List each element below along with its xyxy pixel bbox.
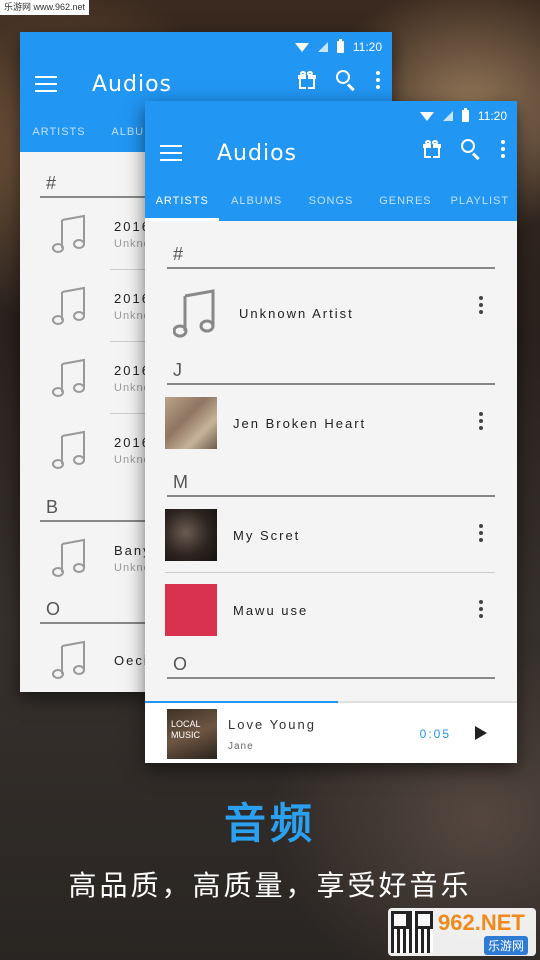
section-header: M — [167, 461, 495, 497]
section-header: # — [167, 221, 495, 269]
gift-icon[interactable] — [298, 71, 316, 89]
tab-artists[interactable]: ARTISTS — [145, 181, 220, 221]
menu-icon[interactable] — [160, 145, 182, 161]
artist-list: # Unknown Artist J Jen Broken Heart M My… — [145, 221, 517, 679]
artist-row[interactable]: My Scret — [145, 497, 517, 573]
playback-progress[interactable] — [145, 701, 339, 703]
row-overflow-icon[interactable] — [479, 524, 483, 542]
site-watermark-logo: 962.NET 乐游网 — [388, 908, 536, 956]
front-phone-screen: 11:20 Audios ARTISTS ALBUMS SONGS GENRES… — [145, 101, 517, 763]
signal-icon — [317, 42, 328, 52]
search-icon[interactable] — [336, 70, 356, 92]
section-header: O — [167, 647, 495, 679]
music-note-icon — [42, 530, 98, 586]
signal-icon — [442, 111, 453, 121]
gift-icon[interactable] — [423, 140, 441, 158]
artist-name: Unknown Artist — [239, 305, 354, 321]
artist-row[interactable]: Unknown Artist — [145, 269, 517, 357]
wifi-icon — [294, 42, 309, 52]
row-overflow-icon[interactable] — [479, 412, 483, 430]
status-time: 11:20 — [477, 109, 507, 123]
music-note-icon — [42, 422, 98, 478]
music-note-icon — [167, 285, 223, 341]
artist-row[interactable]: Jen Broken Heart — [145, 385, 517, 461]
toolbar: Audios — [20, 66, 392, 102]
menu-icon[interactable] — [35, 76, 57, 92]
status-bar: 11:20 — [419, 108, 507, 123]
music-note-icon — [42, 206, 98, 262]
tab-artists[interactable]: ARTISTS — [20, 112, 98, 152]
tab-bar: ARTISTS ALBUMS SONGS GENRES PLAYLIST — [145, 181, 517, 221]
tab-playlist[interactable]: PLAYLIST — [443, 181, 517, 221]
music-note-icon — [42, 350, 98, 406]
artist-name: Mawu use — [233, 602, 309, 618]
row-overflow-icon[interactable] — [479, 296, 483, 314]
toolbar: Audios — [145, 135, 517, 171]
now-playing-title: Love Young — [228, 717, 316, 732]
battery-icon — [336, 39, 344, 53]
music-note-icon — [42, 278, 98, 334]
promo-headline: 音频 — [223, 799, 316, 848]
artist-row[interactable]: Mawu use — [145, 573, 517, 647]
artist-name: Jen Broken Heart — [233, 415, 367, 431]
app-bar: 11:20 Audios ARTISTS ALBUMS SONGS GENRES… — [145, 101, 517, 221]
status-bar: 11:20 — [294, 39, 382, 54]
album-art — [165, 509, 217, 561]
search-icon[interactable] — [461, 139, 481, 161]
tab-genres[interactable]: GENRES — [368, 181, 442, 221]
music-note-icon — [42, 632, 98, 688]
mini-player[interactable]: LOCAL MUSIC Love Young Jane 0:05 — [145, 701, 517, 763]
promo-subline: 高品质，高质量，享受好音乐 — [68, 869, 472, 902]
album-art — [165, 397, 217, 449]
section-header: J — [167, 357, 495, 385]
playback-time: 0:05 — [419, 727, 451, 741]
app-title: Audios — [217, 140, 297, 166]
qr-code — [391, 911, 433, 953]
album-art — [165, 584, 217, 636]
play-icon[interactable] — [475, 726, 487, 740]
overflow-menu-icon[interactable] — [376, 71, 380, 89]
status-time: 11:20 — [352, 40, 382, 54]
site-watermark-tag: 乐游网 www.962.net — [0, 0, 90, 15]
battery-icon — [461, 108, 469, 122]
tab-albums[interactable]: ALBUMS — [219, 181, 293, 221]
now-playing-artist: Jane — [228, 741, 254, 752]
wifi-icon — [419, 111, 434, 121]
row-overflow-icon[interactable] — [479, 600, 483, 618]
app-title: Audios — [92, 71, 172, 97]
tab-songs[interactable]: SONGS — [294, 181, 368, 221]
now-playing-cover: LOCAL MUSIC — [167, 709, 217, 759]
artist-name: My Scret — [233, 527, 301, 543]
overflow-menu-icon[interactable] — [501, 140, 505, 158]
